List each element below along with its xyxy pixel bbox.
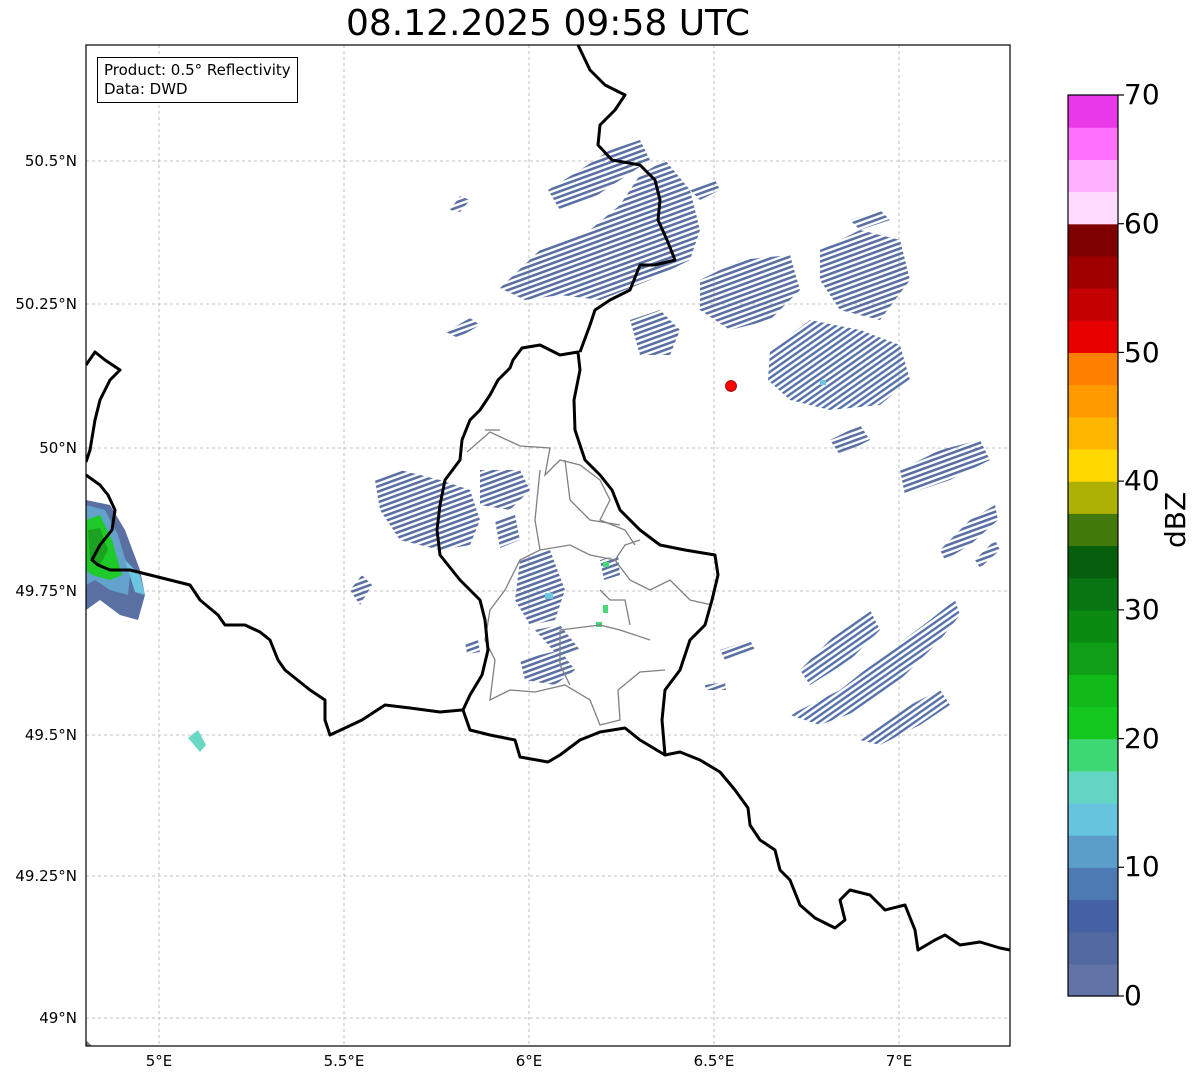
colorbar-segment (1068, 802, 1118, 836)
colorbar-segment (1068, 223, 1118, 257)
colorbar-segment (1068, 738, 1118, 772)
colorbar-segment (1068, 545, 1118, 579)
colorbar-segment (1068, 95, 1118, 128)
echo-west-small (350, 575, 372, 605)
colorbar-segment (1068, 642, 1118, 675)
colorbar-unit-label: dBZ (1159, 491, 1192, 548)
data-source-label: Data: DWD (104, 80, 188, 98)
colorbar-tick-30: 30 (1124, 593, 1160, 626)
colorbar-segment (1068, 867, 1118, 901)
colorbar-segment (1068, 255, 1118, 289)
lat-label-50.25: 50.25°N (15, 295, 77, 313)
colorbar-segment (1068, 674, 1118, 707)
precipitation-echoes (86, 140, 1000, 752)
echo-speck-green3 (603, 605, 608, 613)
radar-site-marker[interactable] (725, 380, 737, 392)
echo-west-small2 (465, 640, 480, 654)
border-fr-de-south (664, 750, 1010, 952)
colorbar-tick-60: 60 (1124, 207, 1160, 240)
colorbar-tick-70: 70 (1124, 78, 1160, 111)
echo-north-ne (690, 180, 720, 200)
echo-lux-mid (495, 515, 520, 548)
colorbar-segment (1068, 577, 1118, 611)
radar-map[interactable] (0, 0, 1202, 1081)
echo-north-small (450, 196, 470, 212)
lon-gridlines (158, 45, 900, 1046)
echo-east-strip2 (975, 540, 1000, 568)
colorbar-segment (1068, 352, 1118, 386)
colorbar-segment (1068, 448, 1118, 482)
colorbar-segment (1068, 899, 1118, 933)
colorbar-segment (1068, 963, 1118, 997)
product-info-box: Product: 0.5° Reflectivity Data: DWD (97, 57, 298, 103)
national-borders (86, 45, 1010, 952)
lon-label-5.5: 5.5°E (323, 1052, 365, 1070)
border-fr-be-west (86, 350, 122, 463)
lon-label-7: 7°E (885, 1052, 913, 1070)
echo-speck-cyan2 (820, 380, 826, 385)
border-lux-outline (435, 343, 720, 764)
lat-label-50: 50°N (39, 439, 77, 457)
colorbar-segment (1068, 288, 1118, 321)
colorbar-segment (1068, 384, 1118, 418)
echo-se-small2 (705, 682, 726, 690)
lon-label-5: 5°E (145, 1052, 173, 1070)
product-label: Product: 0.5° Reflectivity (104, 61, 291, 79)
echo-lux-nw (480, 470, 530, 510)
echo-east-mid (630, 310, 680, 355)
lat-label-49.75: 49.75°N (15, 582, 77, 600)
colorbar-segment (1068, 770, 1118, 804)
colorbar-segment (1068, 835, 1118, 868)
lat-label-50.5: 50.5°N (24, 152, 77, 170)
echo-lux-west (375, 470, 480, 550)
corner-artifact (86, 1040, 92, 1046)
colorbar-tick-50: 50 (1124, 336, 1160, 369)
colorbar-tick-0: 0 (1124, 979, 1142, 1012)
echo-east-main (768, 320, 910, 410)
echo-east-mid2 (830, 425, 870, 455)
colorbar-segment (1068, 159, 1118, 193)
echo-east-ne (820, 230, 910, 320)
colorbar-segment (1068, 320, 1118, 354)
colorbar-segment (1068, 931, 1118, 965)
colorbar-tick-20: 20 (1124, 722, 1160, 755)
colorbar-tick-40: 40 (1124, 464, 1160, 497)
echo-lux-south2 (535, 625, 580, 658)
colorbar-segment (1068, 416, 1118, 450)
echo-speck-cyan (545, 593, 553, 599)
echo-lux-center (515, 550, 565, 625)
echo-east-north (700, 255, 800, 330)
colorbar-segment (1068, 513, 1118, 547)
colorbar-segment (1068, 609, 1118, 643)
lat-label-49.5: 49.5°N (24, 726, 77, 744)
colorbar-tick-10: 10 (1124, 850, 1160, 883)
lon-label-6: 6°E (515, 1052, 543, 1070)
echo-east-top (850, 210, 890, 230)
echo-north-west (446, 318, 480, 338)
echo-sw-small (188, 730, 206, 752)
echo-se-small (720, 640, 755, 660)
lat-label-49: 49°N (39, 1009, 77, 1027)
colorbar-segment (1068, 706, 1118, 740)
lat-label-49.25: 49.25°N (15, 867, 77, 885)
colorbar-segment (1068, 191, 1118, 225)
lon-label-6.5: 6.5°E (693, 1052, 735, 1070)
echo-speck-green (603, 562, 609, 567)
colorbar (1068, 94, 1124, 997)
colorbar-segment (1068, 127, 1118, 160)
colorbar-segment (1068, 481, 1118, 514)
